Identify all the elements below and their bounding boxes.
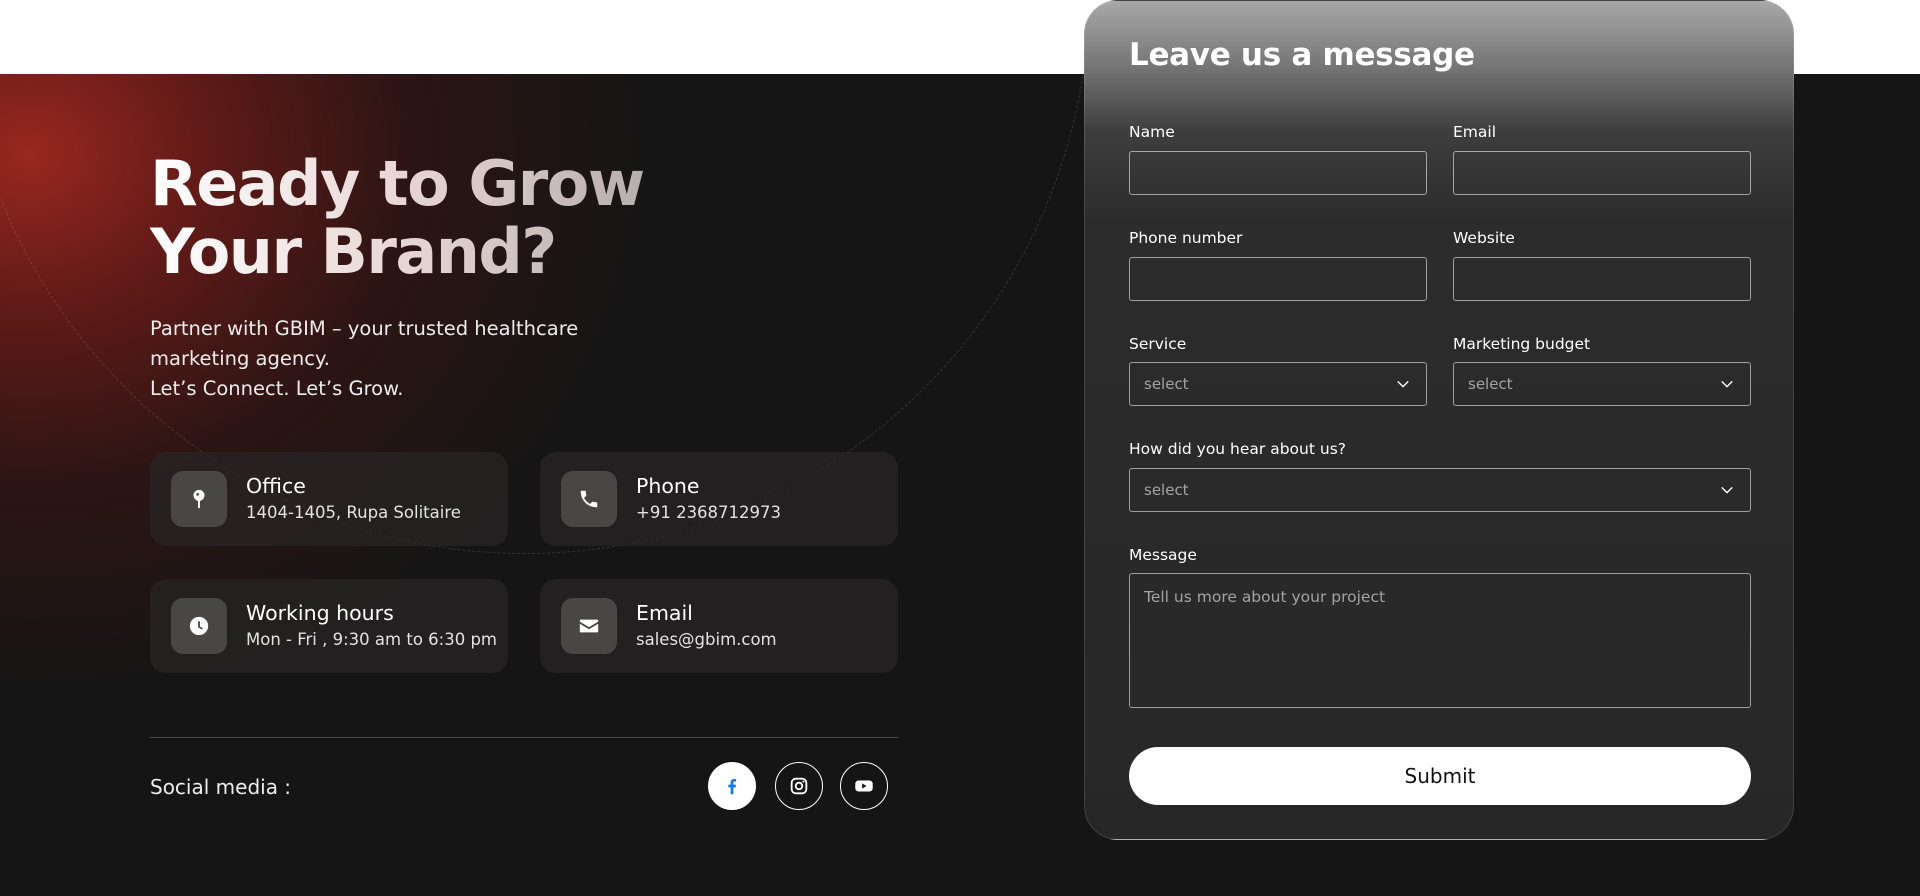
email-label: Email (1453, 123, 1497, 141)
chevron-down-icon (1397, 380, 1409, 388)
contact-form-card: Leave us a message Name Email Phone numb… (1084, 0, 1794, 840)
message-textarea[interactable] (1129, 573, 1751, 708)
facebook-button[interactable] (708, 762, 756, 810)
phone-icon (561, 471, 617, 527)
service-select-value: select (1144, 375, 1189, 393)
hero-headline: Ready to Grow Your Brand? (150, 150, 710, 286)
contact-card-working-hours: Working hours Mon - Fri , 9:30 am to 6:3… (150, 579, 508, 673)
hero-intro-line1: Partner with GBIM – your trusted healthc… (150, 317, 579, 340)
chevron-down-icon (1721, 380, 1733, 388)
hero-headline-line2: Your Brand? (150, 215, 556, 288)
instagram-button[interactable] (775, 762, 823, 810)
name-input[interactable] (1129, 151, 1427, 195)
referral-source-select-value: select (1144, 481, 1189, 499)
contact-card-title: Email (636, 601, 693, 625)
website-label: Website (1453, 229, 1515, 247)
email-input[interactable] (1453, 151, 1751, 195)
service-label: Service (1129, 335, 1187, 353)
chevron-down-icon (1721, 486, 1733, 494)
website-input[interactable] (1453, 257, 1751, 301)
referral-source-select[interactable]: select (1129, 468, 1751, 512)
section-divider (150, 737, 898, 738)
contact-card-phone: Phone +91 2368712973 (540, 452, 898, 546)
marketing-budget-select[interactable]: select (1453, 362, 1751, 406)
submit-button[interactable]: Submit (1129, 747, 1751, 805)
hero-intro: Partner with GBIM – your trusted healthc… (150, 314, 610, 404)
hero-headline-line1: Ready to Grow (150, 147, 644, 220)
clock-icon (171, 598, 227, 654)
service-select[interactable]: select (1129, 362, 1427, 406)
youtube-icon (855, 780, 873, 792)
hero-intro-line2: marketing agency. (150, 347, 330, 370)
phone-input[interactable] (1129, 257, 1427, 301)
instagram-icon (790, 777, 808, 795)
marketing-budget-select-value: select (1468, 375, 1513, 393)
referral-source-label: How did you hear about us? (1129, 440, 1346, 458)
contact-card-title: Office (246, 474, 306, 498)
contact-card-detail: +91 2368712973 (636, 503, 782, 522)
phone-label: Phone number (1129, 229, 1243, 247)
contact-card-email: Email sales@gbim.com (540, 579, 898, 673)
message-label: Message (1129, 546, 1197, 564)
contact-card-title: Phone (636, 474, 700, 498)
social-media-label: Social media : (150, 775, 292, 799)
contact-card-detail: sales@gbim.com (636, 630, 777, 649)
envelope-icon (561, 598, 617, 654)
contact-card-detail: Mon - Fri , 9:30 am to 6:30 pm (246, 630, 498, 649)
marketing-budget-label: Marketing budget (1453, 335, 1591, 353)
form-title: Leave us a message (1129, 37, 1475, 73)
name-label: Name (1129, 123, 1175, 141)
hero-intro-line3: Let’s Connect. Let’s Grow. (150, 377, 404, 400)
contact-card-title: Working hours (246, 601, 394, 625)
contact-card-detail: 1404-1405, Rupa Solitaire (246, 503, 461, 522)
facebook-icon (728, 778, 737, 795)
location-pin-icon (171, 471, 227, 527)
contact-card-office: Office 1404-1405, Rupa Solitaire (150, 452, 508, 546)
youtube-button[interactable] (840, 762, 888, 810)
